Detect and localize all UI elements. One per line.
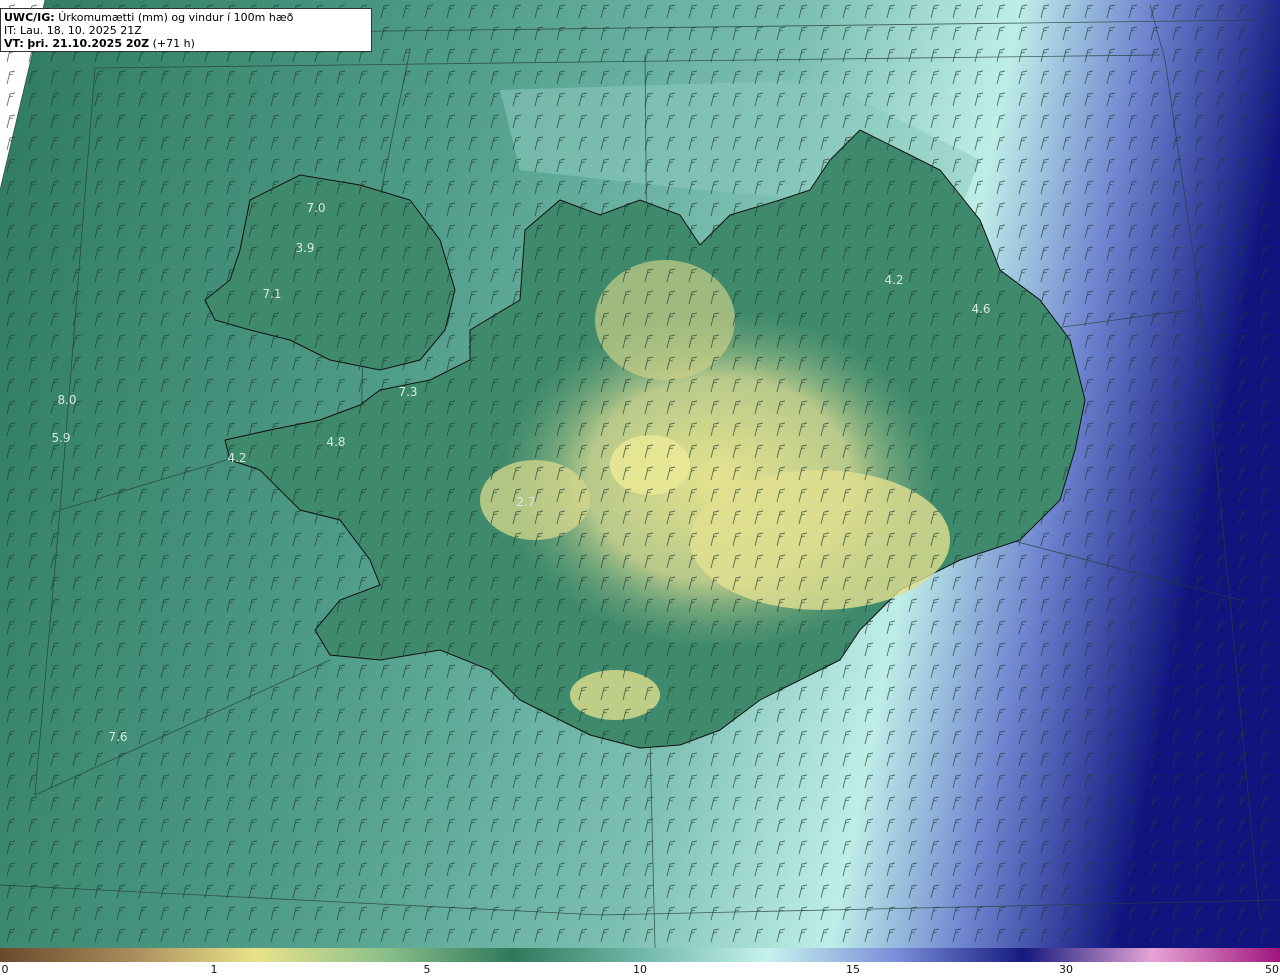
map-value-label: 4.2: [227, 451, 246, 465]
vt-label: VT:: [4, 37, 24, 50]
map-value-label: 2.7: [516, 495, 535, 509]
colorbar-labels: 0 1 5 10 15 30 50: [0, 962, 1280, 978]
colorbar-tick: 0: [1, 963, 9, 976]
initial-time-line: IT: Lau. 18. 10. 2025 21Z: [4, 24, 368, 37]
map-value-label: 7.0: [306, 201, 325, 215]
colorbar-tick: 1: [210, 963, 218, 976]
title-line: UWC/IG: Úrkomumætti (mm) og vindur í 100…: [4, 11, 368, 24]
colorbar-tick: 50: [1265, 963, 1279, 976]
colorbar-tick: 10: [633, 963, 647, 976]
map-title: Úrkomumætti (mm) og vindur í 100m hæð: [58, 11, 294, 24]
map-value-label: 7.3: [398, 385, 417, 399]
precipitation-map: 7.0 3.9 7.1 7.3 8.0 5.9 4.8 4.2 2.7 4.2 …: [0, 0, 1280, 948]
valid-time-line: VT: þri. 21.10.2025 20Z (+71 h): [4, 37, 368, 50]
map-value-label: 7.6: [108, 730, 127, 744]
colorbar-tick: 5: [423, 963, 431, 976]
model-code: UWC/IG:: [4, 11, 55, 24]
vt-value: þri. 21.10.2025 20Z: [27, 37, 150, 50]
map-value-label: 4.8: [326, 435, 345, 449]
map-value-label: 7.1: [262, 287, 281, 301]
title-box: UWC/IG: Úrkomumætti (mm) og vindur í 100…: [0, 8, 372, 52]
colorbar-tick: 15: [846, 963, 860, 976]
colorbar: [0, 948, 1280, 962]
map-value-label: 4.2: [884, 273, 903, 287]
it-label: IT:: [4, 24, 17, 37]
colorbar-tick: 30: [1059, 963, 1073, 976]
vt-offset: (+71 h): [152, 37, 195, 50]
it-value: Lau. 18. 10. 2025 21Z: [19, 24, 142, 37]
map-value-label: 3.9: [295, 241, 314, 255]
map-value-label: 8.0: [57, 393, 76, 407]
map-value-label: 4.6: [971, 302, 990, 316]
map-value-label: 5.9: [51, 431, 70, 445]
wind-barbs: [0, 0, 1280, 948]
